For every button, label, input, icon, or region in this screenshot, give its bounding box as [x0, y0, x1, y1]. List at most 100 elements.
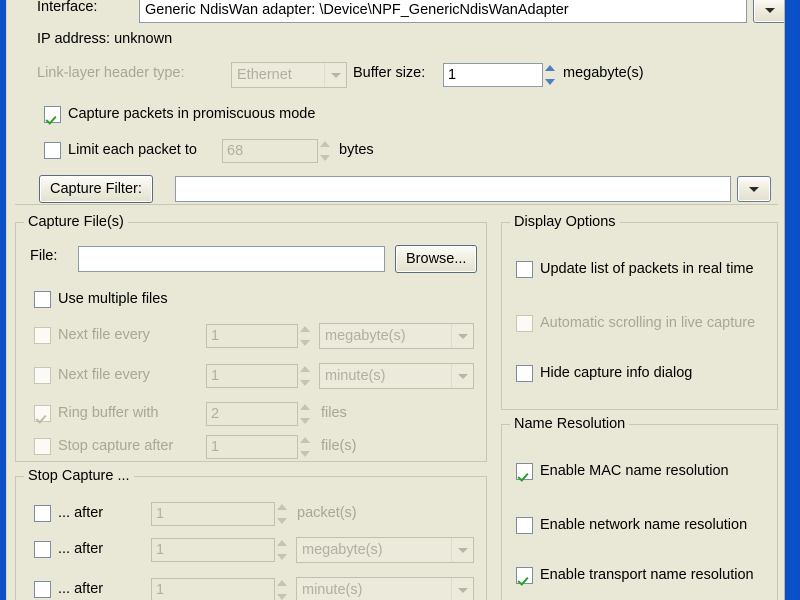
stepper-down-icon: [277, 518, 287, 524]
stop-after-time-field: 1: [151, 578, 289, 600]
next-file-time-unit-combo: minute(s): [319, 363, 474, 389]
limit-packet-checkbox[interactable]: [44, 142, 61, 159]
capture-filter-dropdown-button-face[interactable]: [737, 176, 771, 202]
stepper-up-icon: [300, 404, 310, 410]
interface-combo[interactable]: Generic NdisWan adapter: \Device\NPF_Gen…: [139, 0, 747, 23]
update-list-realtime-checkbox[interactable]: [516, 261, 533, 278]
update-list-realtime-row[interactable]: Update list of packets in real time: [516, 261, 754, 278]
stop-after-packets-row[interactable]: ... after: [34, 505, 103, 522]
promiscuous-mode-label: Capture packets in promiscuous mode: [68, 106, 316, 123]
chevron-down-icon: [765, 7, 775, 13]
stop-after-packets-checkbox[interactable]: [34, 505, 51, 522]
enable-mac-resolution-label: Enable MAC name resolution: [540, 463, 729, 480]
stepper-up-icon: [277, 504, 287, 510]
stepper-up-icon: [300, 326, 310, 332]
stepper-down-icon[interactable]: [545, 79, 555, 85]
buffer-size-field[interactable]: 1: [443, 63, 557, 87]
capture-filter-field[interactable]: [175, 176, 731, 202]
interface-dropdown-button[interactable]: [753, 0, 784, 23]
promiscuous-mode-checkbox[interactable]: [44, 106, 61, 123]
window-frame: Interface: Generic NdisWan adapter: \Dev…: [0, 0, 800, 600]
enable-mac-resolution-checkbox[interactable]: [516, 463, 533, 480]
stop-after-size-checkbox[interactable]: [34, 541, 51, 558]
capture-files-group-title: Capture File(s): [24, 214, 128, 230]
stepper-down-icon: [320, 155, 330, 161]
stop-after-size-unit-combo-box: megabyte(s): [296, 537, 474, 563]
hide-capture-info-row[interactable]: Hide capture info dialog: [516, 365, 692, 382]
enable-transport-resolution-row[interactable]: Enable transport name resolution: [516, 567, 754, 584]
next-file-size-unit-combo-box: megabyte(s): [319, 323, 474, 349]
stop-after-size-row[interactable]: ... after: [34, 541, 103, 558]
ring-buffer-input: 2: [206, 402, 298, 426]
stepper-up-icon: [320, 141, 330, 147]
promiscuous-mode-checkbox-row[interactable]: Capture packets in promiscuous mode: [44, 106, 315, 123]
enable-transport-resolution-checkbox[interactable]: [516, 567, 533, 584]
chevron-down-icon: [749, 186, 759, 192]
stop-after-time-label: ... after: [58, 581, 104, 598]
chevron-down-icon: [330, 72, 341, 78]
capture-interface-section: Interface: Generic NdisWan adapter: \Dev…: [15, 0, 784, 205]
interface-combo-box[interactable]: Generic NdisWan adapter: \Device\NPF_Gen…: [139, 0, 747, 23]
stepper-down-icon: [300, 418, 310, 424]
next-file-time-field: 1: [206, 364, 312, 388]
limit-packet-input: 68: [222, 139, 318, 163]
auto-scroll-checkbox: [516, 315, 533, 332]
next-file-size-label: Next file every: [58, 327, 150, 344]
next-file-time-unit: minute(s): [325, 368, 386, 384]
auto-scroll-label: Automatic scrolling in live capture: [540, 315, 756, 332]
stop-after-packets-input: 1: [151, 502, 275, 526]
stepper-down-icon: [300, 340, 310, 346]
limit-packet-field: 68: [222, 139, 332, 163]
interface-dropdown-button-face[interactable]: [753, 0, 784, 23]
stop-capture-after-files-field: 1: [206, 435, 312, 459]
buffer-size-input[interactable]: 1: [443, 63, 543, 87]
capture-filter-button-face[interactable]: Capture Filter:: [39, 175, 153, 203]
capture-file-field[interactable]: [78, 246, 385, 272]
next-file-time-unit-combo-box: minute(s): [319, 363, 474, 389]
ip-address-row: IP address: unknown: [37, 32, 172, 47]
stop-after-time-unit-combo-box: minute(s): [296, 577, 474, 600]
capture-filter-input[interactable]: [175, 176, 731, 202]
stop-after-packets-label: ... after: [58, 505, 104, 522]
stop-after-time-input: 1: [151, 578, 275, 600]
hide-capture-info-checkbox[interactable]: [516, 365, 533, 382]
use-multiple-files-row[interactable]: Use multiple files: [34, 291, 168, 308]
buffer-size-label: Buffer size:: [353, 65, 426, 81]
stepper-down-icon: [300, 451, 310, 457]
stop-after-size-input: 1: [151, 538, 275, 562]
display-options-group-title: Display Options: [510, 214, 620, 230]
stop-after-time-checkbox[interactable]: [34, 581, 51, 598]
stepper-up-icon: [300, 366, 310, 372]
browse-button-face[interactable]: Browse...: [395, 245, 478, 273]
ring-buffer-unit: files: [321, 405, 347, 421]
link-layer-label-wrap: Link-layer header type:: [37, 66, 185, 81]
enable-mac-resolution-row[interactable]: Enable MAC name resolution: [516, 463, 729, 480]
stop-after-size-unit: megabyte(s): [302, 542, 383, 558]
capture-filter-dropdown-button[interactable]: [737, 176, 771, 202]
buffer-size-stepper[interactable]: [543, 63, 557, 87]
stop-capture-group: Stop Capture ... ... after 1 packet(s) .…: [15, 468, 487, 600]
next-file-time-label: Next file every: [58, 367, 150, 384]
ring-buffer-label: Ring buffer with: [58, 405, 159, 422]
enable-network-resolution-checkbox[interactable]: [516, 517, 533, 534]
limit-packet-checkbox-row[interactable]: Limit each packet to: [44, 142, 197, 159]
stop-after-packets-stepper: [275, 502, 289, 526]
next-file-size-checkbox: [34, 327, 51, 344]
name-resolution-group-title: Name Resolution: [510, 416, 630, 432]
stop-capture-after-files-label: Stop capture after: [58, 438, 174, 455]
stop-after-packets-field: 1: [151, 502, 289, 526]
use-multiple-files-checkbox[interactable]: [34, 291, 51, 308]
stepper-up-icon[interactable]: [545, 65, 555, 71]
stop-after-time-unit-arrow: [451, 578, 473, 600]
browse-button[interactable]: Browse...: [395, 245, 478, 273]
chevron-down-icon: [457, 373, 468, 379]
stop-after-time-row[interactable]: ... after: [34, 581, 103, 598]
enable-network-resolution-row[interactable]: Enable network name resolution: [516, 517, 747, 534]
chevron-down-icon: [457, 333, 468, 339]
stepper-down-icon: [277, 554, 287, 560]
enable-transport-resolution-label: Enable transport name resolution: [540, 567, 754, 584]
stop-after-time-unit: minute(s): [302, 582, 363, 598]
stepper-up-icon: [277, 540, 287, 546]
capture-filter-button[interactable]: Capture Filter:: [39, 175, 153, 203]
capture-file-input[interactable]: [78, 246, 385, 272]
